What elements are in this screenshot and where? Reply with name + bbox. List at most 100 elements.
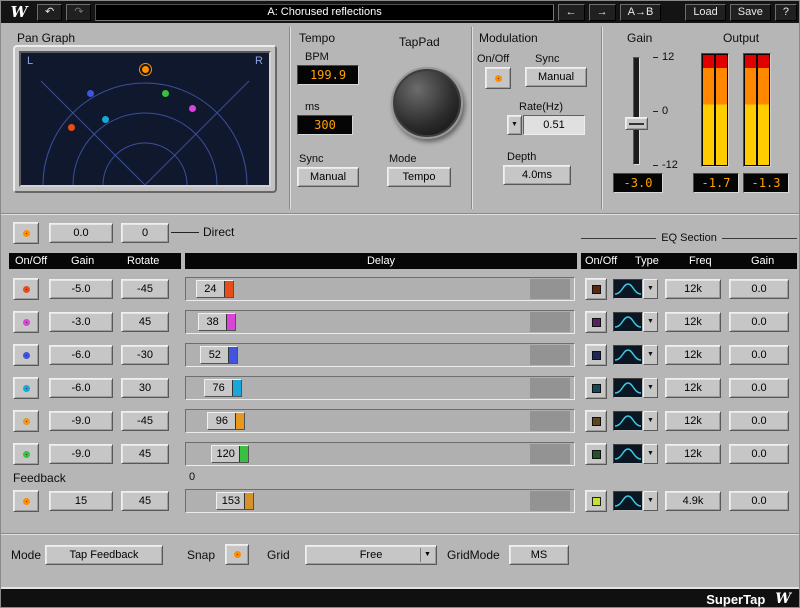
modulation-rate-value[interactable]: 0.51 — [523, 115, 585, 135]
modulation-depth-value[interactable]: 4.0ms — [503, 165, 571, 185]
tap2-eq-type-dropdown[interactable]: ▼ — [613, 312, 658, 332]
master-gain-value[interactable]: -3.0 — [613, 173, 663, 193]
pan-graph-display[interactable]: L R — [19, 51, 271, 187]
prev-preset-button[interactable]: ← — [558, 4, 585, 21]
feedback-eq-gain-value[interactable]: 0.0 — [729, 491, 789, 511]
feedback-delay-thumb[interactable]: 153 — [216, 492, 254, 510]
tap6-gain-value[interactable]: -9.0 — [49, 444, 113, 464]
tap2-delay-slider[interactable]: 38 — [185, 310, 575, 334]
tap5-eq-freq-value[interactable]: 12k — [665, 411, 721, 431]
tap2-eq-gain-value[interactable]: 0.0 — [729, 312, 789, 332]
tap3-rotate-value[interactable]: -30 — [121, 345, 169, 365]
tap3-eq-gain-value[interactable]: 0.0 — [729, 345, 789, 365]
tap3-onoff-button[interactable] — [13, 344, 39, 366]
tap1-delay-thumb[interactable]: 24 — [196, 280, 234, 298]
tap1-eq-type-dropdown[interactable]: ▼ — [613, 279, 658, 299]
help-button[interactable]: ? — [775, 4, 797, 21]
tap3-gain-value[interactable]: -6.0 — [49, 345, 113, 365]
tap4-gain-value[interactable]: -6.0 — [49, 378, 113, 398]
tap1-eq-freq-value[interactable]: 12k — [665, 279, 721, 299]
tap4-delay-thumb[interactable]: 76 — [204, 379, 242, 397]
tap5-eq-gain-value[interactable]: 0.0 — [729, 411, 789, 431]
tap2-rotate-value[interactable]: 45 — [121, 312, 169, 332]
bpm-value[interactable]: 199.9 — [297, 65, 359, 85]
tap3-eq-freq-value[interactable]: 12k — [665, 345, 721, 365]
tap2-eq-onoff-button[interactable] — [585, 311, 607, 333]
modulation-rate-dropdown-button[interactable]: ▼ — [507, 115, 522, 135]
redo-button[interactable]: ↷ — [66, 4, 91, 21]
next-preset-button[interactable]: → — [589, 4, 616, 21]
direct-gain-value[interactable]: 0.0 — [49, 223, 113, 243]
tap2-gain-value[interactable]: -3.0 — [49, 312, 113, 332]
feedback-rotate-value[interactable]: 45 — [121, 491, 169, 511]
gridmode-button[interactable]: MS — [509, 545, 569, 565]
pan-dot[interactable] — [102, 116, 109, 123]
feedback-onoff-button[interactable] — [13, 490, 39, 512]
feedback-eq-freq-value[interactable]: 4.9k — [665, 491, 721, 511]
ms-value[interactable]: 300 — [297, 115, 353, 135]
feedback-gain-value[interactable]: 15 — [49, 491, 113, 511]
tap4-eq-onoff-button[interactable] — [585, 377, 607, 399]
undo-button[interactable]: ↶ — [37, 4, 62, 21]
tempo-sync-button[interactable]: Manual — [297, 167, 359, 187]
grid-dropdown[interactable]: Free ▼ — [305, 545, 437, 565]
ab-compare-button[interactable]: A→B — [620, 4, 662, 21]
tap6-eq-onoff-button[interactable] — [585, 443, 607, 465]
tap1-gain-value[interactable]: -5.0 — [49, 279, 113, 299]
tap3-delay-slider[interactable]: 52 — [185, 343, 575, 367]
feedback-mode-button[interactable]: Tap Feedback — [45, 545, 163, 565]
tappad-mode-button[interactable]: Tempo — [387, 167, 451, 187]
tap6-eq-gain-value[interactable]: 0.0 — [729, 444, 789, 464]
pan-dot-direct[interactable] — [142, 66, 149, 73]
tap2-delay-thumb[interactable]: 38 — [198, 313, 236, 331]
pan-dot[interactable] — [68, 124, 75, 131]
tap6-delay-thumb[interactable]: 120 — [211, 445, 249, 463]
tap5-onoff-button[interactable] — [13, 410, 39, 432]
tap6-onoff-button[interactable] — [13, 443, 39, 465]
pan-graph[interactable]: L R — [13, 45, 277, 193]
tap2-eq-freq-value[interactable]: 12k — [665, 312, 721, 332]
tap2-onoff-button[interactable] — [13, 311, 39, 333]
output-value-left[interactable]: -1.7 — [693, 173, 739, 193]
tap1-onoff-button[interactable] — [13, 278, 39, 300]
snap-toggle-button[interactable] — [225, 544, 249, 565]
tap3-eq-onoff-button[interactable] — [585, 344, 607, 366]
tap5-eq-type-dropdown[interactable]: ▼ — [613, 411, 658, 431]
tap6-eq-type-dropdown[interactable]: ▼ — [613, 444, 658, 464]
direct-onoff-button[interactable] — [13, 222, 39, 244]
tap4-eq-gain-value[interactable]: 0.0 — [729, 378, 789, 398]
tap3-delay-thumb[interactable]: 52 — [200, 346, 238, 364]
tap1-eq-gain-value[interactable]: 0.0 — [729, 279, 789, 299]
tap1-eq-onoff-button[interactable] — [585, 278, 607, 300]
tap4-eq-freq-value[interactable]: 12k — [665, 378, 721, 398]
direct-rotate-value[interactable]: 0 — [121, 223, 169, 243]
pan-dot[interactable] — [189, 105, 196, 112]
pan-dot[interactable] — [162, 90, 169, 97]
modulation-sync-button[interactable]: Manual — [525, 67, 587, 87]
modulation-onoff-button[interactable] — [485, 67, 511, 89]
feedback-delay-slider[interactable]: 153 — [185, 489, 575, 513]
tap6-eq-freq-value[interactable]: 12k — [665, 444, 721, 464]
output-value-right[interactable]: -1.3 — [743, 173, 789, 193]
tap5-eq-onoff-button[interactable] — [585, 410, 607, 432]
tap3-eq-type-dropdown[interactable]: ▼ — [613, 345, 658, 365]
load-button[interactable]: Load — [685, 4, 725, 21]
master-gain-slider-track[interactable] — [633, 57, 640, 165]
feedback-eq-type-dropdown[interactable]: ▼ — [613, 491, 658, 511]
pan-dot[interactable] — [87, 90, 94, 97]
master-gain-slider-handle[interactable] — [625, 117, 648, 130]
tap6-delay-slider[interactable]: 120 — [185, 442, 575, 466]
tap5-delay-slider[interactable]: 96 — [185, 409, 575, 433]
tap4-delay-slider[interactable]: 76 — [185, 376, 575, 400]
tappad-knob[interactable] — [391, 67, 463, 139]
preset-display[interactable]: A: Chorused reflections — [95, 4, 553, 21]
tap4-rotate-value[interactable]: 30 — [121, 378, 169, 398]
tap1-rotate-value[interactable]: -45 — [121, 279, 169, 299]
feedback-eq-onoff-button[interactable] — [585, 490, 607, 512]
tap5-rotate-value[interactable]: -45 — [121, 411, 169, 431]
tap6-rotate-value[interactable]: 45 — [121, 444, 169, 464]
tap4-onoff-button[interactable] — [13, 377, 39, 399]
tap5-delay-thumb[interactable]: 96 — [207, 412, 245, 430]
tap4-eq-type-dropdown[interactable]: ▼ — [613, 378, 658, 398]
save-button[interactable]: Save — [730, 4, 771, 21]
